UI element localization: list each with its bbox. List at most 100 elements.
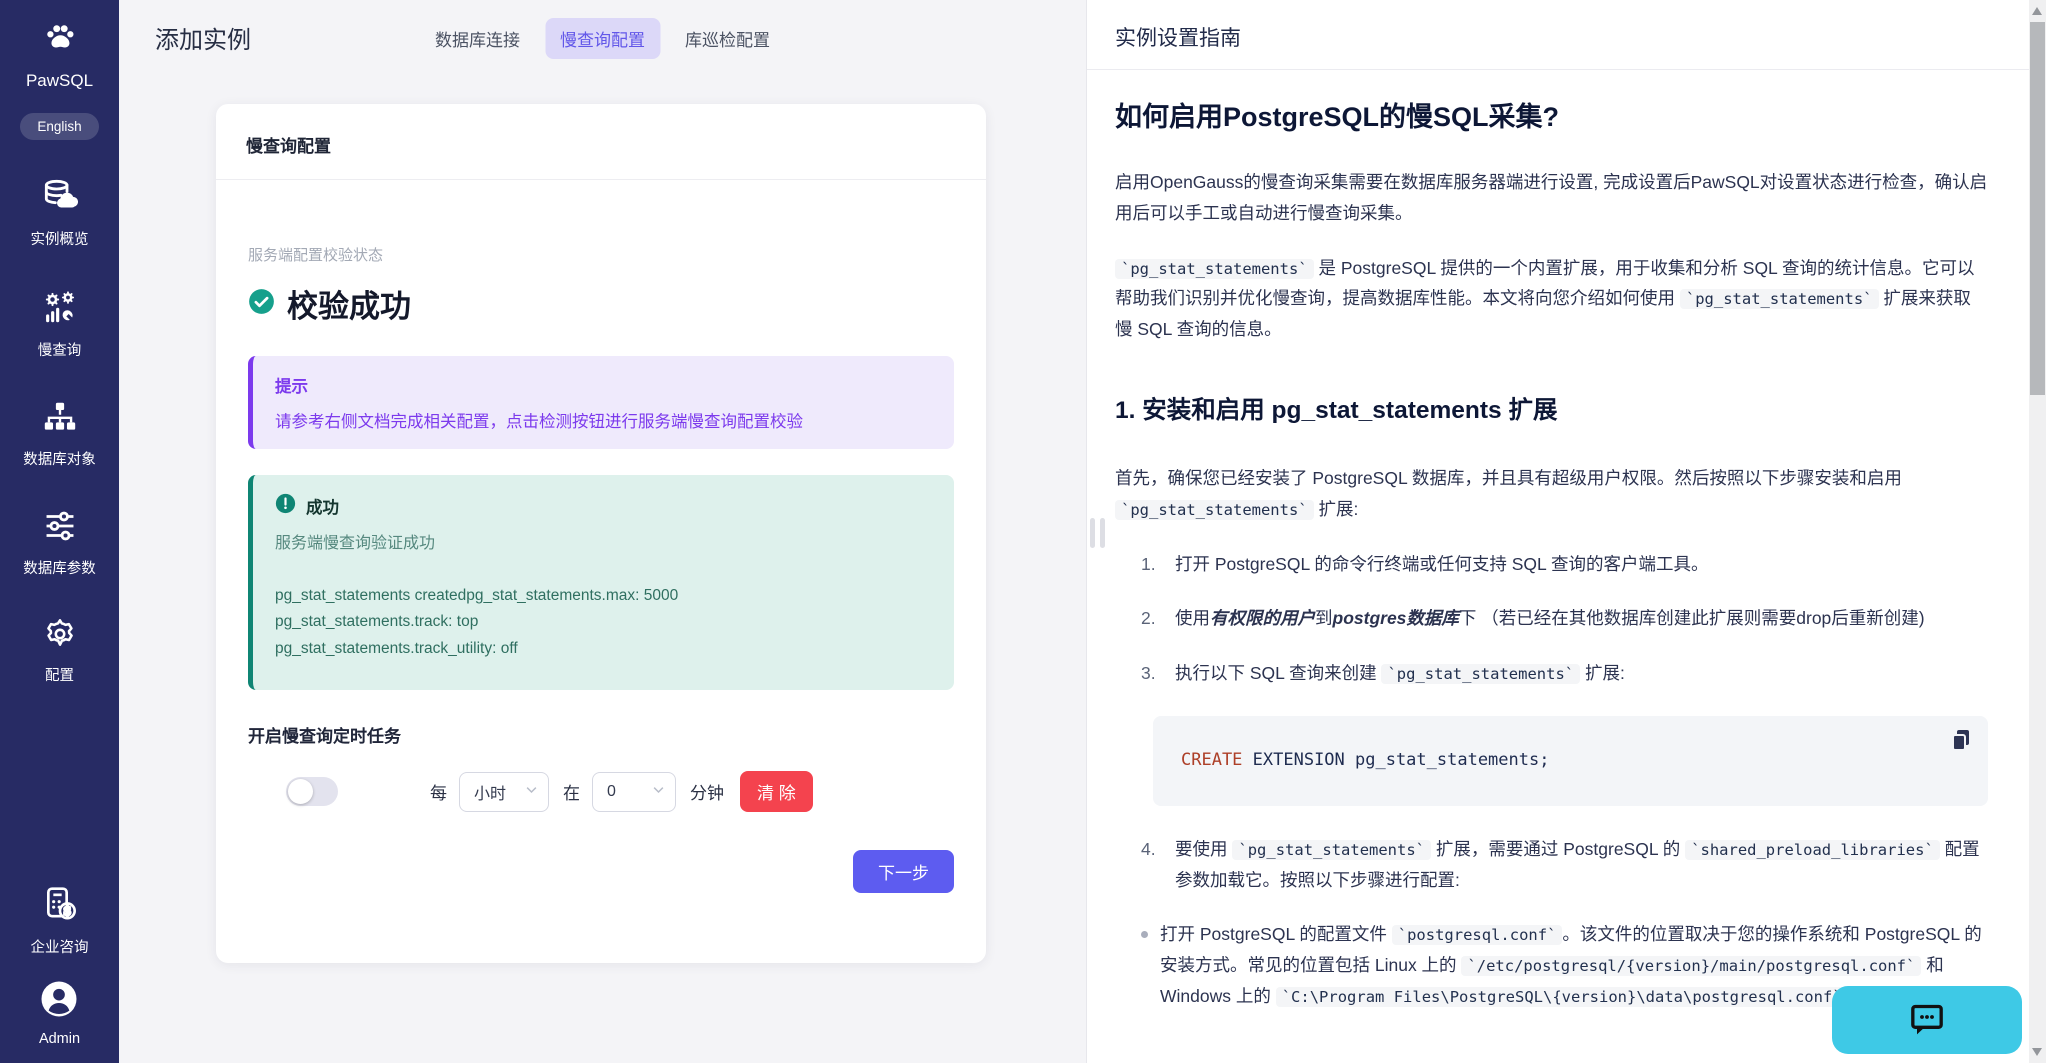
sql-keyword: CREATE bbox=[1181, 750, 1242, 770]
inline-code: `postgresql.conf` bbox=[1392, 925, 1563, 945]
interval-unit-select[interactable]: 小时 bbox=[459, 772, 549, 812]
sidebar-item-slow-query[interactable]: 慢查询 bbox=[38, 287, 82, 360]
doc-text: 启用OpenGauss的慢查询采集需要在数据库服务器端进行设置, 完成设置后Pa… bbox=[1115, 172, 1987, 223]
inline-code: `pg_stat_statements` bbox=[1115, 259, 1314, 279]
list-item-text: 要使用 `pg_stat_statements` 扩展，需要通过 Postgre… bbox=[1175, 834, 1988, 895]
inline-code: `pg_stat_statements` bbox=[1381, 664, 1580, 684]
doc-list-item: 3. 执行以下 SQL 查询来创建 `pg_stat_statements` 扩展… bbox=[1141, 658, 1988, 689]
doc-text: 使用 bbox=[1175, 608, 1210, 628]
toggle-knob bbox=[288, 779, 313, 804]
doc-text: 扩展: bbox=[1580, 663, 1625, 683]
doc-text: 首先，确保您已经安装了 PostgreSQL 数据库，并且具有超级用户权限。然后… bbox=[1115, 468, 1902, 488]
doc-paragraph: 首先，确保您已经安装了 PostgreSQL 数据库，并且具有超级用户权限。然后… bbox=[1115, 463, 1988, 524]
svg-text:$: $ bbox=[63, 903, 71, 918]
code-block: CREATE EXTENSION pg_stat_statements; bbox=[1153, 716, 1988, 806]
scrollbar[interactable] bbox=[2029, 0, 2046, 1063]
list-marker: 2. bbox=[1141, 603, 1163, 634]
doc-list-item: 1. 打开 PostgreSQL 的命令行终端或任何支持 SQL 查询的客户端工具… bbox=[1141, 549, 1988, 580]
success-detail-line: pg_stat_statements createdpg_stat_statem… bbox=[275, 583, 932, 609]
doc-text: 扩展，需要通过 PostgreSQL 的 bbox=[1431, 839, 1685, 859]
doc-text: 要使用 bbox=[1175, 839, 1232, 859]
interval-unit-value: 小时 bbox=[474, 780, 506, 804]
doc-section-heading: 1. 安装和启用 pg_stat_statements 扩展 bbox=[1115, 390, 1988, 433]
step-tabs: 数据库连接 慢查询配置 库巡检配置 bbox=[420, 18, 785, 59]
tip-alert: 提示 请参考右侧文档完成相关配置，点击检测按钮进行服务端慢查询配置校验 bbox=[248, 356, 954, 449]
main-header: 添加实例 数据库连接 慢查询配置 库巡检配置 bbox=[119, 0, 1086, 74]
inline-code: `shared_preload_libraries` bbox=[1685, 840, 1940, 860]
language-toggle-button[interactable]: English bbox=[20, 113, 98, 140]
tip-body: 请参考右侧文档完成相关配置，点击检测按钮进行服务端慢查询配置校验 bbox=[275, 408, 932, 432]
tab-inspection-config[interactable]: 库巡检配置 bbox=[670, 18, 785, 59]
database-params-icon bbox=[41, 507, 79, 550]
doc-text: 下 （若已经在其他数据库创建此扩展则需要drop后重新创建) bbox=[1459, 608, 1925, 628]
success-alert: 成功 服务端慢查询验证成功 pg_stat_statements created… bbox=[248, 475, 954, 690]
inline-code: `pg_stat_statements` bbox=[1680, 289, 1879, 309]
copy-icon[interactable] bbox=[1948, 726, 1974, 758]
success-detail-line: pg_stat_statements.track: top bbox=[275, 609, 932, 635]
sidebar-item-label: 数据库对象 bbox=[23, 448, 96, 469]
sidebar-item-database-objects[interactable]: 数据库对象 bbox=[23, 398, 96, 469]
brand-name: PawSQL bbox=[26, 71, 93, 91]
tab-database-connection[interactable]: 数据库连接 bbox=[420, 18, 535, 59]
sidebar-item-instance-overview[interactable]: 实例概览 bbox=[31, 176, 89, 249]
list-marker: 1. bbox=[1141, 549, 1163, 580]
doc-text: 到 bbox=[1315, 608, 1333, 628]
tip-title: 提示 bbox=[275, 373, 932, 397]
chevron-down-icon bbox=[651, 782, 666, 802]
success-detail-lines: pg_stat_statements createdpg_stat_statem… bbox=[275, 583, 932, 662]
panel-resize-handle[interactable] bbox=[1090, 518, 1105, 548]
sidebar-item-label: 配置 bbox=[45, 664, 74, 685]
sidebar-item-label: 实例概览 bbox=[31, 228, 89, 249]
guide-title: 实例设置指南 bbox=[1087, 0, 2046, 70]
clear-button[interactable]: 清 除 bbox=[740, 771, 813, 812]
minute-select[interactable]: 0 bbox=[592, 772, 676, 812]
chat-bubble-icon bbox=[1907, 999, 1947, 1042]
doc-text: 打开 PostgreSQL 的配置文件 bbox=[1160, 924, 1392, 944]
app-root: PawSQL English 实例概览 bbox=[0, 0, 2046, 1063]
scrollbar-up-arrow-icon[interactable] bbox=[2032, 7, 2042, 15]
minute-value: 0 bbox=[607, 783, 616, 801]
sidebar-item-enterprise-consult[interactable]: $ 企业咨询 bbox=[31, 884, 89, 957]
list-marker: 3. bbox=[1141, 658, 1163, 689]
bullet-icon bbox=[1141, 931, 1148, 938]
sidebar-item-database-params[interactable]: 数据库参数 bbox=[23, 507, 96, 578]
list-marker: 4. bbox=[1141, 834, 1163, 895]
scrollbar-down-arrow-icon[interactable] bbox=[2032, 1048, 2042, 1056]
info-circle-icon bbox=[275, 493, 296, 519]
slow-query-icon bbox=[40, 287, 80, 332]
doc-text: 1. 安装和启用 pg_stat_statements 扩展 bbox=[1115, 397, 1557, 424]
server-config-status-label: 服务端配置校验状态 bbox=[248, 244, 954, 265]
inline-code: `C:\Program Files\PostgreSQL\{version}\d… bbox=[1276, 987, 1848, 1007]
minute-unit-label: 分钟 bbox=[690, 779, 724, 804]
next-step-button[interactable]: 下一步 bbox=[853, 850, 954, 893]
sidebar-nav: 实例概览 慢查询 bbox=[23, 176, 96, 723]
slow-query-config-card: 慢查询配置 服务端配置校验状态 校验成功 提示 请参考右侧文档完成相关配置，点击… bbox=[216, 104, 986, 963]
list-item-text: 执行以下 SQL 查询来创建 `pg_stat_statements` 扩展: bbox=[1175, 658, 1988, 689]
doc-list-item: 4.要使用 `pg_stat_statements` 扩展，需要通过 Postg… bbox=[1141, 834, 1988, 895]
brand: PawSQL bbox=[26, 20, 93, 91]
sidebar: PawSQL English 实例概览 bbox=[0, 0, 119, 1063]
tab-slow-query-config[interactable]: 慢查询配置 bbox=[545, 18, 660, 59]
sidebar-item-label: 企业咨询 bbox=[31, 936, 89, 957]
doc-main-heading: 如何启用PostgreSQL的慢SQL采集? bbox=[1115, 94, 1988, 141]
doc-emphasis: postgres数据库 bbox=[1333, 608, 1459, 628]
sidebar-bottom: $ 企业咨询 Admin bbox=[31, 884, 89, 1063]
doc-list-item: 2.使用有权限的用户到postgres数据库下 （若已经在其他数据库创建此扩展则… bbox=[1141, 603, 1988, 634]
code-text: CREATE EXTENSION pg_stat_statements; bbox=[1181, 746, 1960, 776]
schedule-toggle[interactable] bbox=[286, 777, 338, 806]
scrollbar-thumb[interactable] bbox=[2030, 22, 2045, 395]
sidebar-item-label: 慢查询 bbox=[38, 339, 82, 360]
guide-document: 如何启用PostgreSQL的慢SQL采集? 启用OpenGauss的慢查询采集… bbox=[1087, 70, 2046, 1011]
chevron-down-icon bbox=[524, 782, 539, 802]
inline-code: `pg_stat_statements` bbox=[1115, 500, 1314, 520]
sidebar-item-settings[interactable]: 配置 bbox=[42, 616, 78, 685]
schedule-controls: 每 小时 在 0 分钟 清 除 bbox=[248, 771, 954, 812]
doc-paragraph: `pg_stat_statements` 是 PostgreSQL 提供的一个内… bbox=[1115, 253, 1988, 345]
sidebar-item-admin[interactable]: Admin bbox=[39, 979, 80, 1047]
chat-button[interactable] bbox=[1832, 986, 2022, 1054]
sidebar-item-label: 数据库参数 bbox=[23, 557, 96, 578]
list-item-text: 打开 PostgreSQL 的命令行终端或任何支持 SQL 查询的客户端工具。 bbox=[1175, 549, 1988, 580]
guide-panel: 实例设置指南 如何启用PostgreSQL的慢SQL采集? 启用OpenGaus… bbox=[1087, 0, 2046, 1063]
doc-text: 打开 PostgreSQL 的命令行终端或任何支持 SQL 查询的客户端工具。 bbox=[1175, 554, 1709, 574]
success-title: 成功 bbox=[306, 494, 339, 518]
